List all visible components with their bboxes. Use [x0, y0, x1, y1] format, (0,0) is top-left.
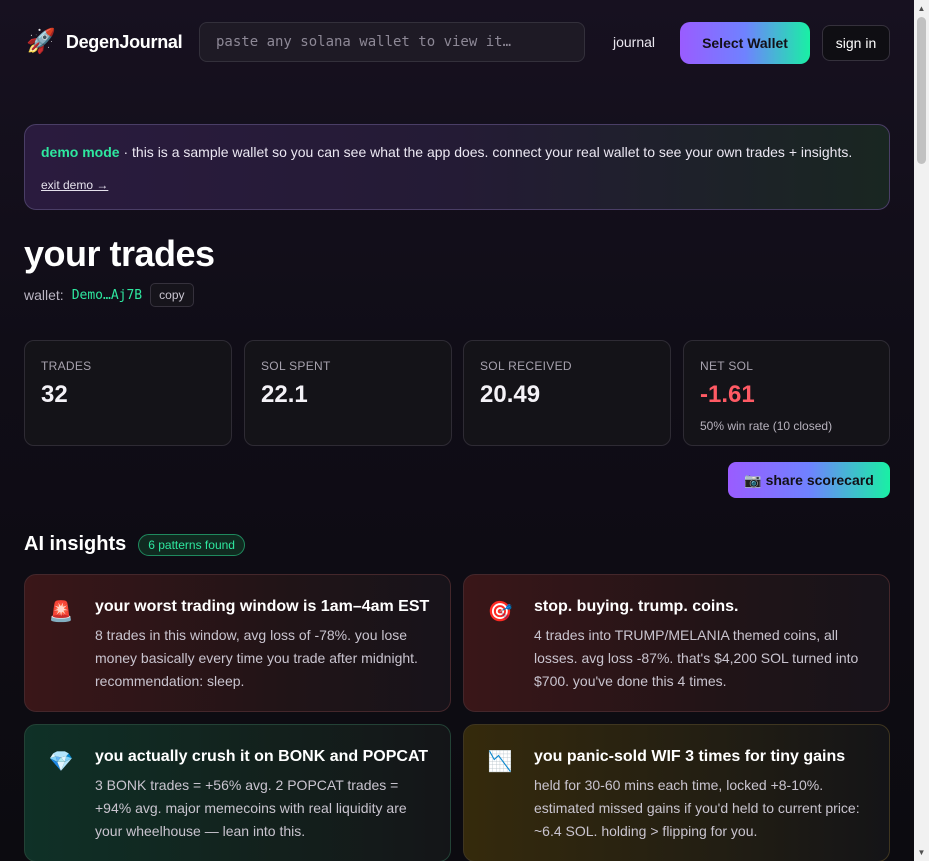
top-header: 🚀 DegenJournal journal Select Wallet sig… — [24, 22, 890, 64]
sign-in-button[interactable]: sign in — [822, 25, 890, 61]
wallet-search-input[interactable] — [199, 22, 585, 62]
insight-title: your worst trading window is 1am–4am EST — [95, 598, 430, 615]
stat-card-sol-spent: SOL SPENT 22.1 — [244, 340, 452, 446]
insights-header: AI insights 6 patterns found — [24, 533, 245, 556]
scroll-thumb[interactable] — [917, 17, 926, 164]
diamond-icon: 💎 — [48, 751, 74, 773]
exit-demo-link[interactable]: exit demo → — [41, 178, 108, 192]
scroll-down-arrow-icon[interactable]: ▼ — [914, 844, 929, 861]
chart-down-icon: 📉 — [487, 751, 513, 773]
siren-icon: 🚨 — [48, 601, 74, 623]
logo-text: DegenJournal — [65, 31, 183, 52]
demo-message: demo mode · this is a sample wallet so y… — [41, 144, 873, 160]
patterns-badge: 6 patterns found — [138, 533, 245, 556]
vertical-scrollbar[interactable]: ▲ ▼ — [914, 0, 929, 861]
copy-address-button[interactable]: copy — [150, 283, 194, 307]
demo-mode-label: demo mode — [41, 144, 120, 160]
stat-value: 22.1 — [261, 381, 308, 408]
insight-title: you panic-sold WIF 3 times for tiny gain… — [534, 748, 846, 765]
stat-card-trades: TRADES 32 — [24, 340, 232, 446]
page-title: your trades — [24, 233, 215, 274]
insight-body: held for 30-60 mins each time, locked +8… — [534, 777, 860, 839]
stat-label: NET SOL — [700, 359, 754, 373]
stat-label: SOL RECEIVED — [480, 359, 572, 373]
stat-value: -1.61 — [700, 381, 755, 408]
rocket-icon: 🚀 — [26, 28, 56, 55]
stat-card-sol-received: SOL RECEIVED 20.49 — [463, 340, 671, 446]
insight-body: 3 BONK trades = +56% avg. 2 POPCAT trade… — [95, 777, 407, 839]
insight-body: 8 trades in this window, avg loss of -78… — [95, 627, 418, 689]
stat-value: 32 — [41, 381, 68, 408]
wallet-row: wallet: Demo…Aj7B copy — [24, 283, 194, 307]
demo-description: · this is a sample wallet so you can see… — [119, 144, 853, 160]
insight-card: 💎 you actually crush it on BONK and POPC… — [24, 724, 451, 861]
nav-journal-link[interactable]: journal — [613, 34, 655, 50]
share-scorecard-button[interactable]: 📷 share scorecard — [728, 462, 890, 498]
wallet-address: Demo…Aj7B — [71, 287, 143, 303]
demo-mode-banner: demo mode · this is a sample wallet so y… — [24, 124, 890, 210]
stat-card-net-sol: NET SOL -1.61 50% win rate (10 closed) — [683, 340, 890, 446]
insight-body: 4 trades into TRUMP/MELANIA themed coins… — [534, 627, 859, 689]
stat-label: TRADES — [41, 359, 92, 373]
insight-title: you actually crush it on BONK and POPCAT — [95, 748, 429, 765]
insight-card: 🎯 stop. buying. trump. coins. 4 trades i… — [463, 574, 890, 712]
logo[interactable]: 🚀 DegenJournal — [26, 28, 183, 56]
wallet-label: wallet: — [24, 287, 64, 303]
insights-title: AI insights — [24, 533, 127, 555]
win-rate-text: 50% win rate (10 closed) — [700, 419, 833, 433]
insight-card: 🚨 your worst trading window is 1am–4am E… — [24, 574, 451, 712]
stat-label: SOL SPENT — [261, 359, 331, 373]
stat-value: 20.49 — [480, 381, 541, 408]
scroll-up-arrow-icon[interactable]: ▲ — [914, 0, 929, 17]
select-wallet-button[interactable]: Select Wallet — [680, 22, 810, 64]
page: 🚀 DegenJournal journal Select Wallet sig… — [0, 0, 914, 861]
target-icon: 🎯 — [487, 601, 513, 623]
insight-card: 📉 you panic-sold WIF 3 times for tiny ga… — [463, 724, 890, 861]
insight-title: stop. buying. trump. coins. — [534, 598, 739, 615]
